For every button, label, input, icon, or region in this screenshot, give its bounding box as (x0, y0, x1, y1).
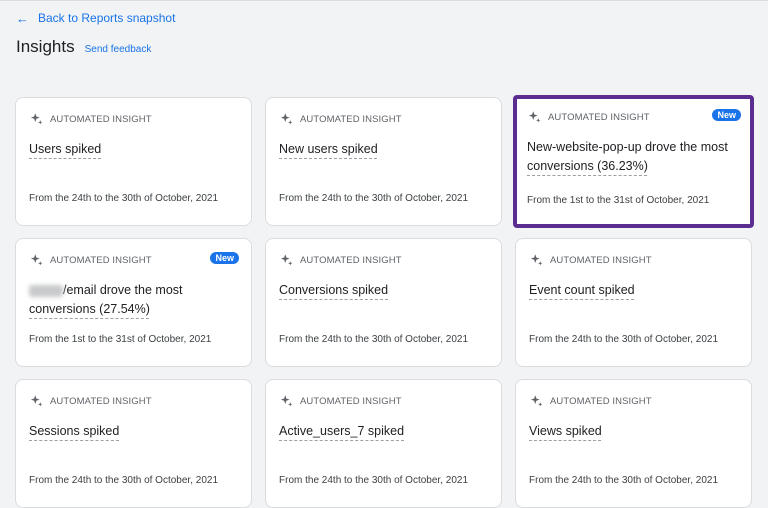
new-badge: New (712, 109, 741, 121)
card-header: AUTOMATED INSIGHT (29, 394, 152, 409)
card-header: AUTOMATED INSIGHT (279, 253, 402, 268)
sparkle-icon (530, 254, 543, 266)
insight-type-label: AUTOMATED INSIGHT (50, 255, 152, 266)
insight-card[interactable]: AUTOMATED INSIGHT Sessions spiked From t… (15, 379, 252, 508)
insight-card[interactable]: AUTOMATED INSIGHT Views spiked From the … (515, 379, 752, 508)
sparkle-icon (30, 395, 43, 407)
insight-title: /email drove the most conversions (27.54%… (29, 283, 183, 316)
insight-date: From the 24th to the 30th of October, 20… (279, 334, 469, 345)
insight-card[interactable]: AUTOMATED INSIGHT Conversions spiked Fro… (265, 238, 502, 367)
insight-type-label: AUTOMATED INSIGHT (50, 396, 152, 407)
insight-card[interactable]: AUTOMATED INSIGHT New users spiked From … (265, 97, 502, 226)
insight-date: From the 24th to the 30th of October, 20… (29, 193, 219, 204)
insight-title: Active_users_7 spiked (279, 424, 405, 438)
card-header: AUTOMATED INSIGHT (279, 112, 402, 127)
card-header: AUTOMATED INSIGHT (29, 253, 152, 268)
top-divider (0, 0, 768, 1)
insight-date: From the 24th to the 30th of October, 20… (279, 193, 469, 204)
card-header: AUTOMATED INSIGHT (279, 394, 402, 409)
insight-date: From the 1st to the 31st of October, 202… (29, 334, 212, 345)
insight-title: Views spiked (529, 424, 602, 438)
card-header: AUTOMATED INSIGHT (527, 110, 650, 125)
sparkle-icon (280, 395, 293, 407)
card-header: AUTOMATED INSIGHT (29, 112, 152, 127)
header: Insights Send feedback (16, 37, 151, 57)
insight-date: From the 1st to the 31st of October, 202… (527, 195, 710, 206)
insight-type-label: AUTOMATED INSIGHT (550, 396, 652, 407)
insight-date: From the 24th to the 30th of October, 20… (529, 475, 719, 486)
card-header: AUTOMATED INSIGHT (529, 253, 652, 268)
insight-type-label: AUTOMATED INSIGHT (50, 114, 152, 125)
insight-card[interactable]: AUTOMATED INSIGHT New /email drove the m… (15, 238, 252, 367)
sparkle-icon (30, 254, 43, 266)
insight-type-label: AUTOMATED INSIGHT (300, 114, 402, 125)
redacted-text (29, 284, 63, 297)
back-to-reports-link[interactable]: ← Back to Reports snapshot (16, 11, 175, 25)
insight-title: New-website-pop-up drove the most convers… (527, 140, 728, 173)
back-link-label: Back to Reports snapshot (38, 11, 176, 25)
insight-title: Event count spiked (529, 283, 635, 297)
insight-card[interactable]: AUTOMATED INSIGHT Active_users_7 spiked … (265, 379, 502, 508)
insight-title: New users spiked (279, 142, 378, 156)
insight-card-highlighted[interactable]: AUTOMATED INSIGHT New New-website-pop-up… (513, 95, 754, 228)
insight-date: From the 24th to the 30th of October, 20… (29, 475, 219, 486)
arrow-left-icon: ← (16, 10, 29, 26)
insights-grid: AUTOMATED INSIGHT Users spiked From the … (15, 95, 754, 508)
send-feedback-link[interactable]: Send feedback (85, 44, 152, 55)
page-title: Insights (16, 37, 75, 56)
sparkle-icon (528, 111, 541, 123)
sparkle-icon (530, 395, 543, 407)
insight-card[interactable]: AUTOMATED INSIGHT Users spiked From the … (15, 97, 252, 226)
insight-title: Sessions spiked (29, 424, 120, 438)
card-header: AUTOMATED INSIGHT (529, 394, 652, 409)
insight-type-label: AUTOMATED INSIGHT (300, 255, 402, 266)
sparkle-icon (30, 113, 43, 125)
sparkle-icon (280, 254, 293, 266)
new-badge: New (210, 252, 239, 264)
insight-title: Users spiked (29, 142, 102, 156)
insight-card[interactable]: AUTOMATED INSIGHT Event count spiked Fro… (515, 238, 752, 367)
insight-title: Conversions spiked (279, 283, 389, 297)
insight-type-label: AUTOMATED INSIGHT (548, 112, 650, 123)
insight-date: From the 24th to the 30th of October, 20… (529, 334, 719, 345)
insight-type-label: AUTOMATED INSIGHT (550, 255, 652, 266)
insight-type-label: AUTOMATED INSIGHT (300, 396, 402, 407)
insight-date: From the 24th to the 30th of October, 20… (279, 475, 469, 486)
sparkle-icon (280, 113, 293, 125)
